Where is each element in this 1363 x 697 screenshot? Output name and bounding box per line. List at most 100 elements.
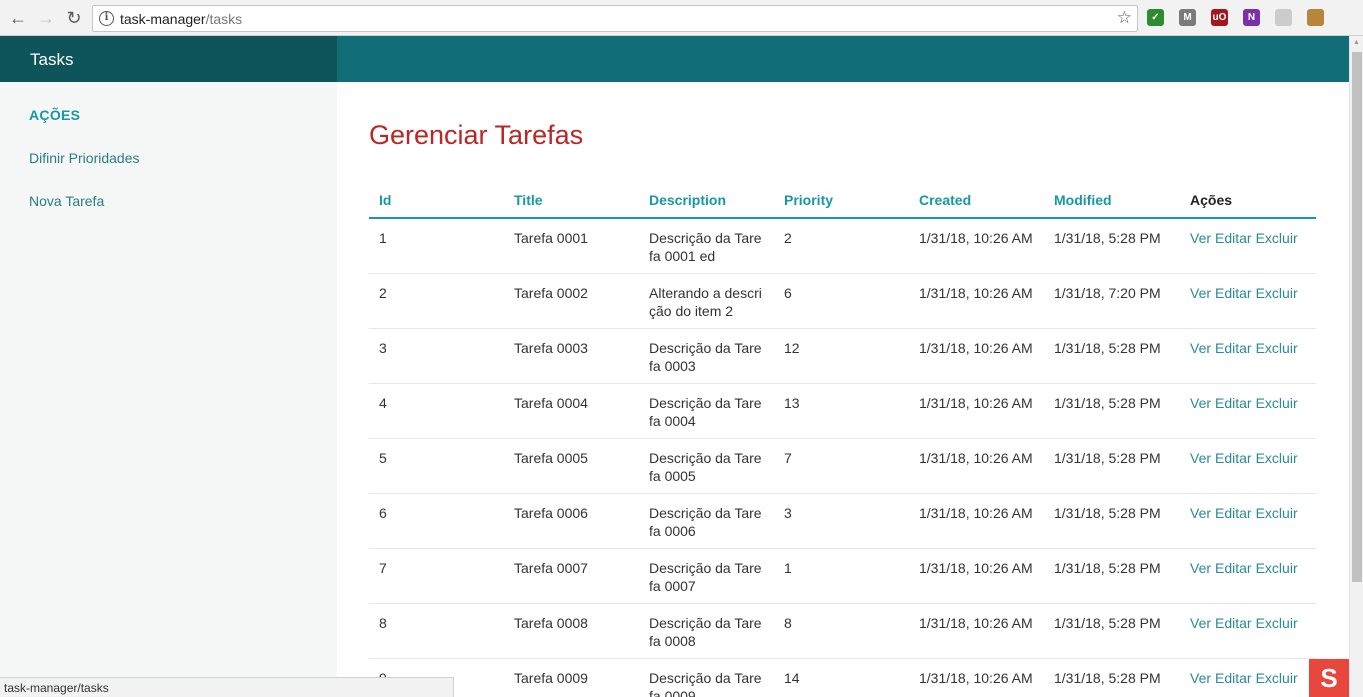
m-extension-icon[interactable]: M — [1179, 9, 1196, 26]
action-excluir-link[interactable]: Excluir — [1256, 395, 1298, 411]
cell-actions: Ver Editar Excluir — [1180, 438, 1316, 494]
cell-description: Alterando a descrição do item 2 — [639, 273, 774, 329]
scroll-up-icon[interactable]: ▲ — [1353, 39, 1360, 46]
cell-actions: Ver Editar Excluir — [1180, 493, 1316, 549]
sidebar-link-nova-tarefa[interactable]: Nova Tarefa — [29, 193, 104, 209]
cell-created: 1/31/18, 10:26 AM — [909, 658, 1044, 697]
column-header-title[interactable]: Title — [504, 182, 639, 219]
cell-created: 1/31/18, 10:26 AM — [909, 548, 1044, 604]
cell-modified: 1/31/18, 5:28 PM — [1044, 493, 1180, 549]
brand-title[interactable]: Tasks — [0, 36, 337, 82]
star-icon[interactable]: ☆ — [1117, 8, 1132, 28]
sidebar-heading: AÇÕES — [29, 107, 81, 123]
action-editar-link[interactable]: Editar — [1215, 670, 1252, 686]
action-excluir-link[interactable]: Excluir — [1256, 230, 1298, 246]
action-editar-link[interactable]: Editar — [1215, 560, 1252, 576]
table-row: 5 Tarefa 0005 Descrição da Tarefa 0005 7 1/3… — [369, 438, 1316, 494]
cell-description: Descrição da Tarefa 0008 — [639, 603, 774, 659]
action-ver-link[interactable]: Ver — [1190, 450, 1211, 466]
cell-actions: Ver Editar Excluir — [1180, 328, 1316, 384]
cell-modified: 1/31/18, 5:28 PM — [1044, 658, 1180, 697]
action-editar-link[interactable]: Editar — [1215, 230, 1252, 246]
cell-title: Tarefa 0007 — [504, 548, 639, 604]
scrollbar[interactable]: ▲ — [1349, 36, 1363, 697]
action-editar-link[interactable]: Editar — [1215, 285, 1252, 301]
action-editar-link[interactable]: Editar — [1215, 450, 1252, 466]
forward-icon[interactable]: → — [35, 7, 57, 29]
action-ver-link[interactable]: Ver — [1190, 615, 1211, 631]
action-editar-link[interactable]: Editar — [1215, 505, 1252, 521]
app-header: Tasks — [0, 36, 1349, 82]
cell-modified: 1/31/18, 7:20 PM — [1044, 273, 1180, 329]
cell-priority: 13 — [774, 383, 909, 439]
cell-modified: 1/31/18, 5:28 PM — [1044, 603, 1180, 659]
column-header-id[interactable]: Id — [369, 182, 504, 219]
back-icon[interactable]: ← — [7, 7, 29, 29]
column-header-modified[interactable]: Modified — [1044, 182, 1180, 219]
onenote-extension-icon[interactable]: N — [1243, 9, 1260, 26]
table-row: 7 Tarefa 0007 Descrição da Tarefa 0007 1 1/3… — [369, 548, 1316, 604]
table-row: 1 Tarefa 0001 Descrição da Tarefa 0001 ed 2… — [369, 218, 1316, 274]
cell-id: 7 — [369, 548, 504, 604]
action-editar-link[interactable]: Editar — [1215, 340, 1252, 356]
cell-title: Tarefa 0009 — [504, 658, 639, 697]
action-excluir-link[interactable]: Excluir — [1256, 615, 1298, 631]
action-excluir-link[interactable]: Excluir — [1256, 505, 1298, 521]
action-excluir-link[interactable]: Excluir — [1256, 670, 1298, 686]
cell-title: Tarefa 0001 — [504, 218, 639, 274]
cell-id: 2 — [369, 273, 504, 329]
url-path: /tasks — [205, 11, 243, 27]
column-header-priority[interactable]: Priority — [774, 182, 909, 219]
cell-priority: 6 — [774, 273, 909, 329]
action-excluir-link[interactable]: Excluir — [1256, 285, 1298, 301]
cell-description: Descrição da Tarefa 0005 — [639, 438, 774, 494]
cell-title: Tarefa 0003 — [504, 328, 639, 384]
sidebar: AÇÕES Difinir Prioridades Nova Tarefa — [0, 82, 337, 697]
address-bar[interactable]: i task-manager/tasks ☆ — [92, 5, 1138, 32]
table-body: 1 Tarefa 0001 Descrição da Tarefa 0001 ed 2… — [369, 218, 1316, 697]
column-header-description[interactable]: Description — [639, 182, 774, 219]
cell-description: Descrição da Tarefa 0006 — [639, 493, 774, 549]
reload-icon[interactable]: ↻ — [63, 7, 85, 29]
cell-created: 1/31/18, 10:26 AM — [909, 328, 1044, 384]
action-ver-link[interactable]: Ver — [1190, 395, 1211, 411]
action-editar-link[interactable]: Editar — [1215, 395, 1252, 411]
cell-actions: Ver Editar Excluir — [1180, 548, 1316, 604]
cell-modified: 1/31/18, 5:28 PM — [1044, 548, 1180, 604]
cell-priority: 1 — [774, 548, 909, 604]
cell-description: Descrição da Tarefa 0001 ed — [639, 218, 774, 274]
action-ver-link[interactable]: Ver — [1190, 285, 1211, 301]
column-header-created[interactable]: Created — [909, 182, 1044, 219]
ublock-extension-icon[interactable]: uO — [1211, 9, 1228, 26]
cell-actions: Ver Editar Excluir — [1180, 603, 1316, 659]
scrollbar-thumb[interactable] — [1352, 52, 1362, 582]
circle-extension-icon[interactable] — [1275, 9, 1292, 26]
action-ver-link[interactable]: Ver — [1190, 670, 1211, 686]
info-icon[interactable]: i — [99, 11, 114, 26]
cell-modified: 1/31/18, 5:28 PM — [1044, 218, 1180, 274]
action-excluir-link[interactable]: Excluir — [1256, 560, 1298, 576]
table-row: 3 Tarefa 0003 Descrição da Tarefa 0003 12 1/… — [369, 328, 1316, 384]
cell-actions: Ver Editar Excluir — [1180, 218, 1316, 274]
action-excluir-link[interactable]: Excluir — [1256, 340, 1298, 356]
action-editar-link[interactable]: Editar — [1215, 615, 1252, 631]
corner-logo-icon[interactable]: S — [1309, 659, 1349, 697]
check-extension-icon[interactable]: ✓ — [1147, 9, 1164, 26]
cell-priority: 14 — [774, 658, 909, 697]
cell-title: Tarefa 0006 — [504, 493, 639, 549]
feather-extension-icon[interactable] — [1307, 9, 1324, 26]
cell-modified: 1/31/18, 5:28 PM — [1044, 383, 1180, 439]
page-title: Gerenciar Tarefas — [369, 120, 584, 150]
cell-created: 1/31/18, 10:26 AM — [909, 218, 1044, 274]
action-ver-link[interactable]: Ver — [1190, 230, 1211, 246]
cell-id: 8 — [369, 603, 504, 659]
cell-priority: 3 — [774, 493, 909, 549]
action-ver-link[interactable]: Ver — [1190, 505, 1211, 521]
action-ver-link[interactable]: Ver — [1190, 340, 1211, 356]
action-excluir-link[interactable]: Excluir — [1256, 450, 1298, 466]
sidebar-link-difinir-prioridades[interactable]: Difinir Prioridades — [29, 150, 139, 166]
cell-created: 1/31/18, 10:26 AM — [909, 603, 1044, 659]
cell-priority: 12 — [774, 328, 909, 384]
cell-id: 6 — [369, 493, 504, 549]
action-ver-link[interactable]: Ver — [1190, 560, 1211, 576]
